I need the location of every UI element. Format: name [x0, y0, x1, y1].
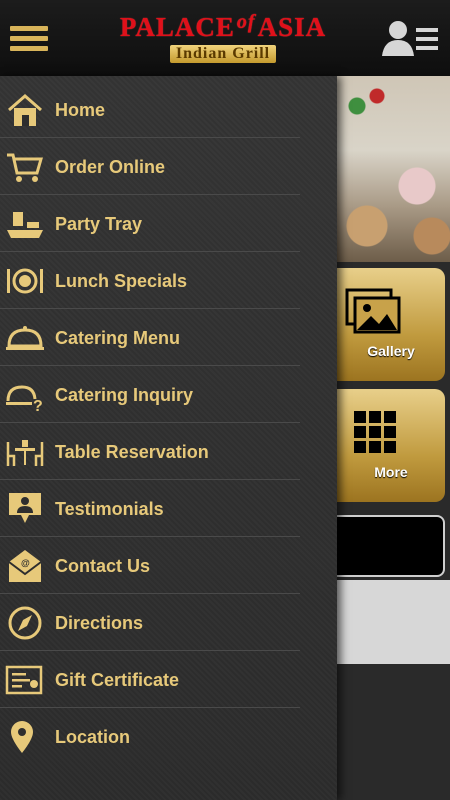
logo-title: PALACE ofASIA — [88, 11, 358, 45]
menu-item-table-reservation[interactable]: Table Reservation — [0, 424, 300, 480]
gallery-label: Gallery — [367, 343, 415, 359]
menu-label: Directions — [55, 613, 144, 633]
menu-label: Catering Inquiry — [55, 385, 194, 405]
logo-word-asia: ASIA — [257, 12, 327, 42]
plate-cutlery-icon — [7, 268, 43, 294]
menu-item-location[interactable]: Location — [0, 709, 300, 765]
testimonial-icon — [9, 493, 41, 523]
content-panel — [337, 580, 450, 664]
logo-word-of: of — [236, 11, 256, 33]
menu-label: Lunch Specials — [55, 271, 188, 291]
party-tray-icon — [7, 212, 43, 238]
svg-text:?: ? — [33, 398, 43, 413]
home-icon — [8, 94, 42, 126]
divider — [0, 194, 300, 195]
menu-item-lunch-specials[interactable]: Lunch Specials — [0, 253, 300, 309]
menu-item-directions[interactable]: Directions — [0, 595, 300, 651]
brand-logo: PALACE ofASIA Indian Grill — [88, 11, 358, 64]
menu-label: Home — [55, 100, 106, 120]
restaurant-photo — [337, 76, 450, 262]
menu-item-testimonials[interactable]: Testimonials — [0, 481, 300, 537]
menu-label: Table Reservation — [55, 442, 209, 462]
cart-icon — [7, 153, 43, 182]
divider — [0, 707, 300, 708]
divider — [0, 308, 300, 309]
gallery-tile[interactable]: Gallery — [337, 268, 445, 381]
grid-icon — [354, 411, 396, 453]
divider — [0, 365, 300, 366]
divider — [0, 536, 300, 537]
menu-item-catering-inquiry[interactable]: ? Catering Inquiry — [0, 367, 300, 423]
hamburger-menu-icon[interactable] — [10, 26, 48, 52]
navigation-drawer: Home Order Online Party Tray Lunch Speci… — [0, 76, 337, 800]
menu-label: Contact Us — [55, 556, 151, 576]
menu-item-contact-us[interactable]: @ Contact Us — [0, 538, 300, 594]
cloche-icon — [6, 326, 44, 350]
user-menu-icon[interactable] — [380, 18, 440, 58]
divider — [0, 422, 300, 423]
menu-label: Testimonials — [55, 499, 164, 519]
menu-item-home[interactable]: Home — [0, 82, 300, 138]
divider — [0, 137, 300, 138]
more-label: More — [374, 464, 408, 480]
menu-label: Gift Certificate — [55, 670, 180, 690]
menu-label: Catering Menu — [55, 328, 181, 348]
app-header: PALACE ofASIA Indian Grill — [0, 0, 450, 77]
divider — [0, 650, 300, 651]
menu-label: Order Online — [55, 157, 166, 177]
location-pin-icon — [11, 721, 33, 753]
envelope-icon: @ — [8, 550, 42, 582]
table-chairs-icon — [6, 440, 44, 466]
divider — [0, 479, 300, 480]
compass-icon — [8, 606, 42, 640]
menu-item-party-tray[interactable]: Party Tray — [0, 196, 300, 252]
menu-label: Party Tray — [55, 214, 143, 234]
menu-item-catering-menu[interactable]: Catering Menu — [0, 310, 300, 366]
content-banner[interactable] — [337, 515, 445, 577]
cloche-question-icon: ? — [6, 385, 43, 413]
gallery-icon — [345, 288, 401, 334]
divider — [0, 593, 300, 594]
menu-item-gift-certificate[interactable]: Gift Certificate — [0, 652, 300, 708]
menu-item-order-online[interactable]: Order Online — [0, 139, 300, 195]
more-tile[interactable]: More — [337, 389, 445, 502]
certificate-icon — [5, 665, 43, 695]
menu-label: Location — [55, 727, 130, 747]
svg-text:@: @ — [21, 558, 30, 568]
logo-word-palace: PALACE — [119, 12, 235, 42]
logo-subtitle: Indian Grill — [169, 45, 277, 63]
divider — [0, 251, 300, 252]
